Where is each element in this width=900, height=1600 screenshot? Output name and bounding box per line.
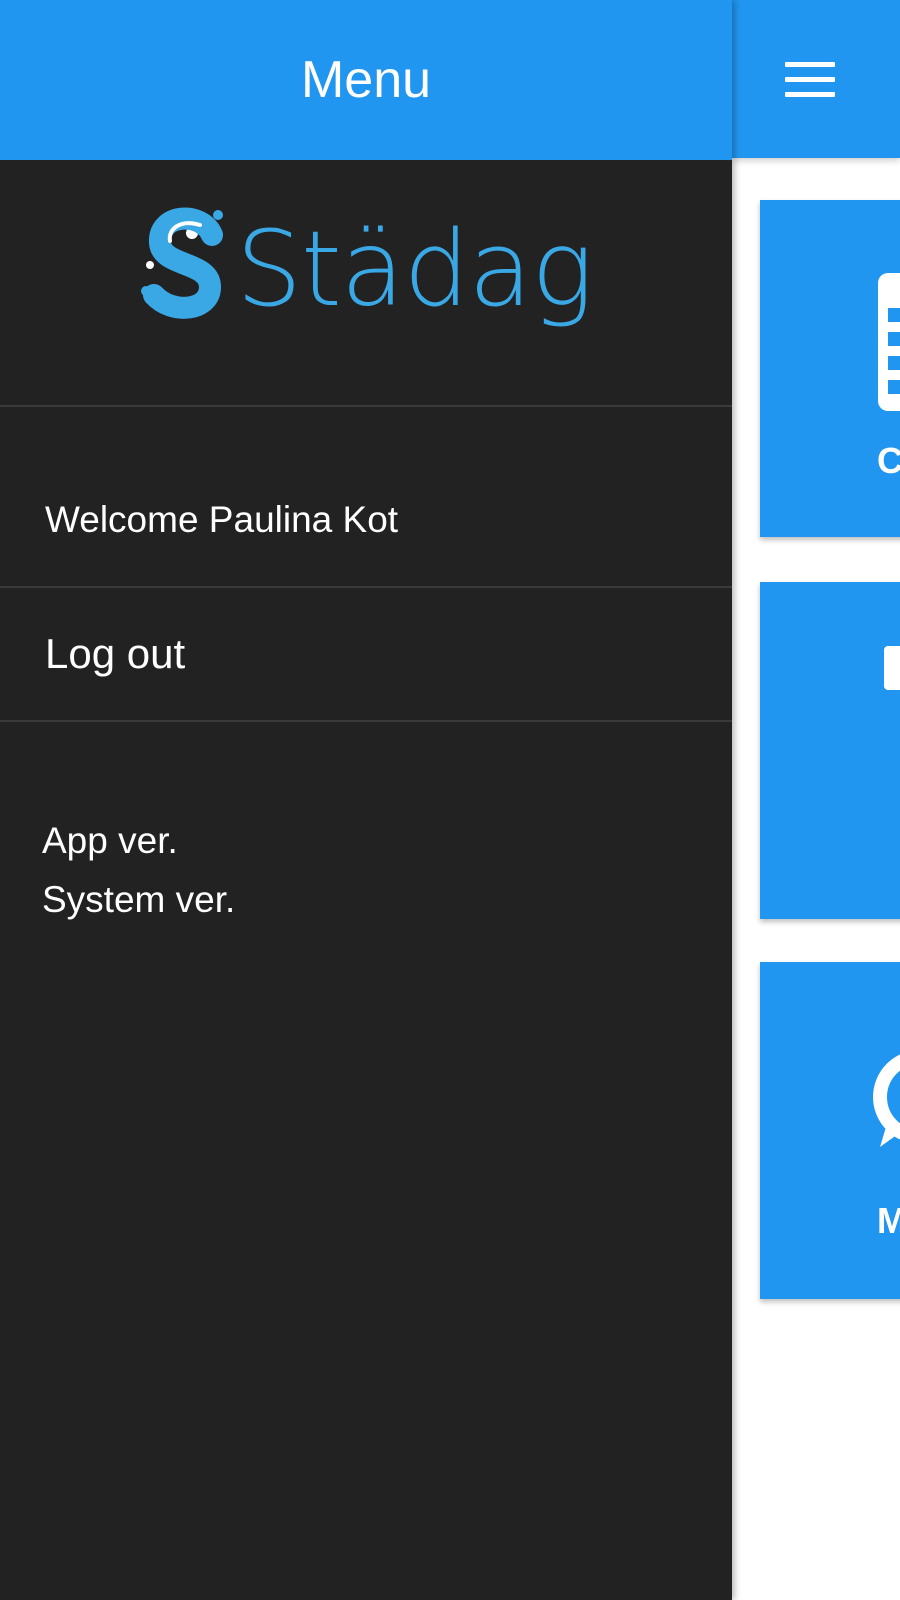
drawer-title: Menu	[300, 51, 432, 109]
divider	[0, 720, 732, 722]
dashboard-tile-calendar[interactable]: C	[760, 200, 900, 537]
system-version-label: System ver.	[42, 879, 236, 920]
app-screen: C M Menu Städago	[0, 0, 900, 1600]
logo-text: Städago	[236, 208, 590, 330]
navigation-drawer: Menu Städago Welcome Paulina Kot Log out…	[0, 0, 732, 1600]
divider	[0, 405, 732, 407]
main-app-bar	[732, 0, 900, 158]
tile-label: C	[877, 440, 900, 481]
tile-label: M	[877, 1200, 900, 1241]
divider	[0, 586, 732, 588]
stadago-logo: Städago	[141, 207, 590, 330]
logout-button[interactable]: Log out	[0, 622, 732, 686]
document-icon	[884, 646, 900, 690]
dashboard-tile-messages[interactable]: M	[760, 962, 900, 1299]
dashboard-tile-documents[interactable]	[760, 582, 900, 919]
calendar-icon	[878, 273, 900, 411]
welcome-user-label: Welcome Paulina Kot	[45, 499, 399, 540]
chat-icon	[873, 1054, 900, 1147]
hamburger-icon[interactable]	[782, 60, 838, 100]
app-version-label: App ver.	[42, 820, 178, 861]
logo-splash-s-icon	[141, 207, 223, 319]
drawer-header: Menu	[0, 0, 732, 160]
